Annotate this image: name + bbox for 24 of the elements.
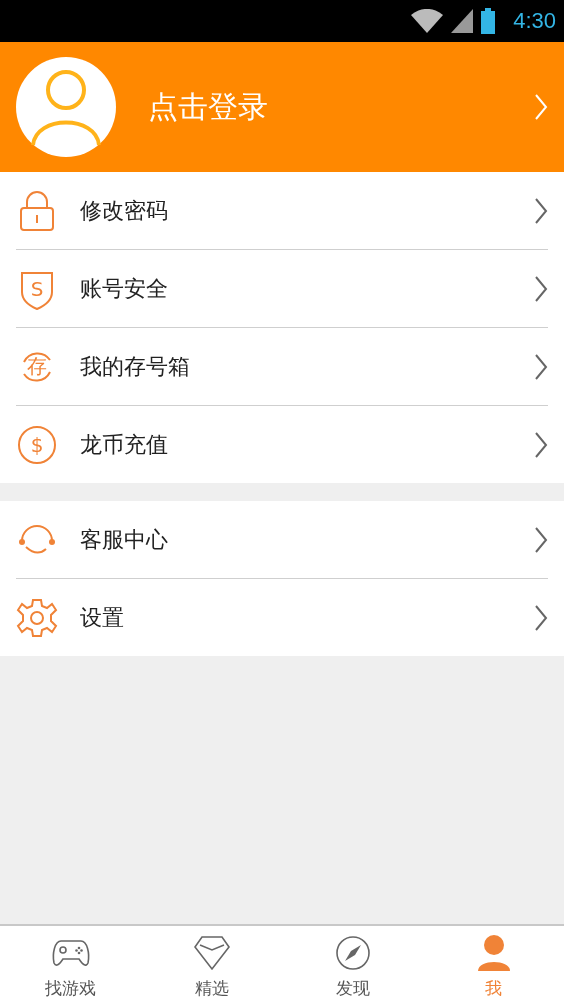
menu-item[interactable]: 客服中心 xyxy=(16,501,548,579)
clock-time: 4:30 xyxy=(513,8,556,34)
menu-item[interactable]: $ 龙币充值 xyxy=(16,406,548,483)
login-label: 点击登录 xyxy=(148,87,269,126)
chevron-icon xyxy=(534,525,548,554)
chevron-icon xyxy=(534,93,548,121)
chevron-icon xyxy=(534,430,548,459)
menu-item[interactable]: 存 我的存号箱 xyxy=(16,328,548,406)
chevron-icon xyxy=(534,352,548,381)
nav-tab[interactable]: 发现 xyxy=(282,926,423,1006)
menu-item[interactable]: 设置 xyxy=(16,579,548,656)
battery-icon xyxy=(481,8,496,34)
avatar-icon xyxy=(16,57,116,157)
chevron-icon xyxy=(534,274,548,303)
settings-icon xyxy=(16,596,58,639)
chevron-icon xyxy=(534,196,548,225)
nav-tab[interactable]: 精选 xyxy=(141,926,282,1006)
dollar-icon: $ xyxy=(16,423,58,466)
menu-item[interactable]: S 账号安全 xyxy=(16,250,548,328)
wifi-icon xyxy=(411,9,444,33)
nav-tab[interactable]: 找游戏 xyxy=(0,926,141,1006)
signal-icon xyxy=(451,9,474,33)
chevron-icon xyxy=(534,603,548,632)
menu-item[interactable]: 修改密码 xyxy=(16,172,548,250)
